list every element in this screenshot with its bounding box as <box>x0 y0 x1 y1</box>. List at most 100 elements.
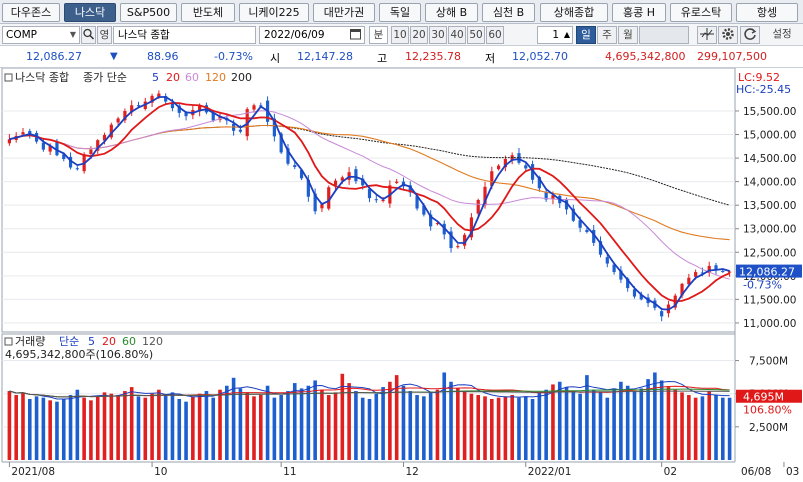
open-label: 시 <box>270 52 281 65</box>
volume-bar <box>95 396 100 460</box>
symbol-name-field: 나스닥 종합 <box>113 26 256 44</box>
candle-body <box>374 199 378 201</box>
tab-10[interactable]: 홍콩 H <box>612 3 666 22</box>
price-tick-label: 11,000.00 <box>743 318 796 330</box>
volume-bar <box>48 400 52 460</box>
month-button[interactable]: 월 <box>618 26 638 44</box>
tab-1[interactable]: 나스닥 <box>64 3 116 22</box>
volume-bar <box>544 389 548 460</box>
candle-body <box>585 229 589 233</box>
volume-bar <box>252 396 256 460</box>
volume-bar <box>75 389 80 460</box>
volume-bar <box>687 395 691 460</box>
gear-icon[interactable] <box>718 26 738 44</box>
calendar-icon[interactable] <box>350 28 361 43</box>
volume-bar <box>469 393 474 460</box>
spacer-button[interactable] <box>639 26 689 44</box>
x-tick-label: 11 <box>283 466 296 478</box>
volume-bar <box>326 395 331 460</box>
candle-body <box>293 165 297 168</box>
quote-open: 12,147.28 <box>297 50 353 63</box>
volume-bar <box>191 396 195 460</box>
period-button-20[interactable]: 20 <box>410 26 428 44</box>
high-label: 고 <box>377 52 388 65</box>
ma-legend-5: 5 <box>152 71 159 84</box>
quote-change: 88.96 <box>147 50 179 63</box>
volume-ma-legend-60: 60 <box>122 335 136 348</box>
volume-bar <box>619 381 623 460</box>
current-volume-label: 4,695M <box>743 391 784 404</box>
refresh-icon[interactable] <box>740 26 760 44</box>
tab-12[interactable]: 항셍 <box>736 3 798 22</box>
tab-5[interactable]: 대만가권 <box>313 3 375 22</box>
volume-ma-legend-20: 20 <box>102 335 116 348</box>
tab-0[interactable]: 다우존스 <box>2 3 60 22</box>
period-button-50[interactable]: 50 <box>467 26 485 44</box>
volume-bar <box>136 396 141 460</box>
tab-2[interactable]: S&P500 <box>120 3 177 22</box>
volume-bar <box>68 395 73 460</box>
tab-6[interactable]: 독일 <box>379 3 421 22</box>
crosshair-icon[interactable] <box>697 26 717 44</box>
current-pct-label: -0.73% <box>743 279 782 292</box>
volume-current-text: 4,695,342,800주(106.80%) <box>5 348 153 361</box>
volume-bar <box>102 392 107 460</box>
tab-4[interactable]: 니케이225 <box>239 3 309 22</box>
price-tick-label: 14,500.00 <box>743 153 796 165</box>
ma-legend-60: 60 <box>185 71 199 84</box>
volume-bar <box>727 397 732 460</box>
tab-3[interactable]: 반도체 <box>181 3 235 22</box>
chart-svg[interactable]: 15,500.00 15,000.00 14,500.00 14,000.00 13,5… <box>0 67 803 479</box>
volume-bar <box>693 397 698 460</box>
volume-bar <box>653 372 657 460</box>
symbol-input[interactable]: COMP ▼ <box>2 26 80 44</box>
tab-8[interactable]: 심천 B <box>482 3 535 22</box>
ma-legend-20: 20 <box>166 71 180 84</box>
candle-body <box>456 246 460 248</box>
x-tick-label: 02 <box>664 466 677 478</box>
volume-bar <box>489 399 494 460</box>
search-icon[interactable] <box>81 26 96 44</box>
volume-bar <box>632 391 637 460</box>
volume-bar <box>510 395 514 460</box>
volume-bar <box>564 387 569 460</box>
volume-bar <box>401 385 406 460</box>
volume-bar <box>313 380 317 460</box>
x-tick-label: 2021/08 <box>11 466 55 478</box>
count-spinner[interactable]: 1 ▲ <box>537 26 573 44</box>
lang-toggle-button[interactable]: 영 <box>97 26 112 44</box>
volume-bar <box>571 391 576 460</box>
tab-9[interactable]: 상해종합 <box>540 3 608 22</box>
minute-unit-label[interactable]: 분 <box>369 26 388 44</box>
price-tick-label: 13,000.00 <box>743 224 796 236</box>
volume-bar <box>435 389 440 460</box>
volume-bar <box>428 392 433 460</box>
x-tick-label: 06/08 <box>741 466 771 478</box>
chart-area[interactable]: 15,500.00 15,000.00 14,500.00 14,000.00 13,5… <box>0 67 803 479</box>
volume-bar <box>442 372 447 460</box>
current-volume-pct: 106.80% <box>743 404 792 417</box>
spinner-icon[interactable]: ▲ <box>564 27 570 43</box>
volume-bar <box>605 397 610 460</box>
period-button-40[interactable]: 40 <box>448 26 466 44</box>
period-button-30[interactable]: 30 <box>429 26 447 44</box>
volume-bar <box>218 389 222 460</box>
candle-body <box>660 311 664 317</box>
volume-bar <box>388 381 392 460</box>
volume-bar <box>299 388 304 460</box>
hc-label: HC:-25.45 <box>736 83 791 96</box>
volume-bar <box>27 399 32 460</box>
tab-11[interactable]: 유로스탁 <box>670 3 732 22</box>
period-button-60[interactable]: 60 <box>486 26 504 44</box>
tab-7[interactable]: 상해 B <box>425 3 478 22</box>
volume-bar <box>258 395 263 460</box>
period-button-10[interactable]: 10 <box>391 26 409 44</box>
week-button[interactable]: 주 <box>597 26 617 44</box>
date-input[interactable]: 2022/06/09 <box>259 26 365 44</box>
volume-bar <box>123 391 127 460</box>
settings-button[interactable]: 설정 <box>764 26 800 44</box>
day-button[interactable]: 일 <box>576 26 596 44</box>
volume-bar <box>496 397 501 460</box>
chevron-down-icon: ▼ <box>69 30 76 39</box>
volume-bar <box>707 391 712 460</box>
